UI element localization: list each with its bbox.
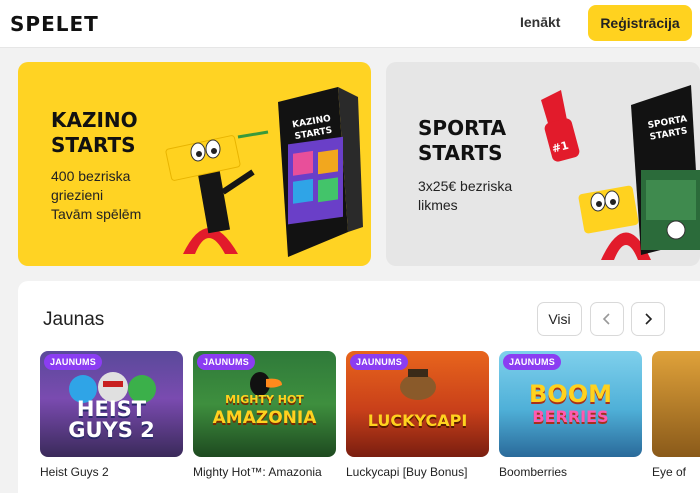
- new-badge: JAUNUMS: [350, 354, 408, 370]
- promo-description: 3x25€ bezriska likmes: [418, 178, 513, 213]
- game-name: Heist Guys 2: [40, 465, 109, 479]
- casino-mascot-illustration: KAZINO STARTS: [165, 87, 363, 257]
- chevron-right-icon: [645, 313, 653, 325]
- top-header: SPELET Ienākt Reģistrācija: [0, 0, 700, 48]
- new-games-section: Jaunas Visi HEIST GUYS 2 JAUNUMS Heist G…: [18, 281, 700, 493]
- game-name: Luckycapi [Buy Bonus]: [346, 465, 468, 479]
- casino-start-banner[interactable]: KAZINO STARTS 400 bezriska griezieni Tav…: [18, 62, 371, 266]
- game-logo-text: HEIST GUYS 2: [68, 397, 155, 442]
- game-card-boomberries[interactable]: BOOM BERRIES JAUNUMS Boomberries: [499, 351, 642, 479]
- chevron-left-icon: [602, 313, 610, 325]
- promo-description: 400 bezriska griezieni Tavām spēlēm: [51, 168, 142, 222]
- register-button[interactable]: Reģistrācija: [588, 5, 692, 41]
- new-badge: JAUNUMS: [197, 354, 255, 370]
- carousel-next-button[interactable]: [631, 302, 665, 336]
- game-thumbnail: MIGHTY HOT AMAZONIA JAUNUMS: [193, 351, 336, 457]
- carousel-prev-button[interactable]: [590, 302, 624, 336]
- game-logo-text: LUCKYCAPI: [367, 411, 468, 430]
- game-name: Eye of: [652, 465, 687, 479]
- game-card-mighty-hot-amazonia[interactable]: MIGHTY HOT AMAZONIA JAUNUMS Mighty Hot™:…: [193, 351, 336, 479]
- sport-start-banner[interactable]: SPORTA STARTS 3x25€ bezriska likmes #1 S…: [386, 62, 700, 266]
- game-card-luckycapi[interactable]: LUCKYCAPI JAUNUMS Luckycapi [Buy Bonus]: [346, 351, 489, 479]
- capybara-illustration: [400, 369, 436, 400]
- game-logo-text: MIGHTY HOT AMAZONIA: [212, 393, 317, 428]
- game-card-eye-of[interactable]: Eye of: [652, 351, 700, 479]
- promo-title: SPORTA STARTS: [418, 116, 507, 165]
- new-badge: JAUNUMS: [503, 354, 561, 370]
- game-name: Mighty Hot™: Amazonia: [193, 465, 322, 479]
- promo-title: KAZINO STARTS: [51, 108, 138, 157]
- game-name: Boomberries: [499, 465, 568, 479]
- view-all-button[interactable]: Visi: [537, 302, 582, 336]
- game-thumbnail: [652, 351, 700, 457]
- game-card-heist-guys-2[interactable]: HEIST GUYS 2 JAUNUMS Heist Guys 2: [40, 351, 183, 479]
- game-thumbnail: HEIST GUYS 2 JAUNUMS: [40, 351, 183, 457]
- section-title: Jaunas: [43, 309, 105, 330]
- login-link[interactable]: Ienākt: [520, 14, 560, 30]
- game-thumbnail: BOOM BERRIES JAUNUMS: [499, 351, 642, 457]
- spelet-logo[interactable]: SPELET: [10, 12, 99, 36]
- new-badge: JAUNUMS: [44, 354, 102, 370]
- sport-mascot-illustration: #1 SPORTA STARTS: [541, 85, 700, 260]
- game-logo-text: BOOM BERRIES: [529, 380, 612, 426]
- game-thumbnail: LUCKYCAPI JAUNUMS: [346, 351, 489, 457]
